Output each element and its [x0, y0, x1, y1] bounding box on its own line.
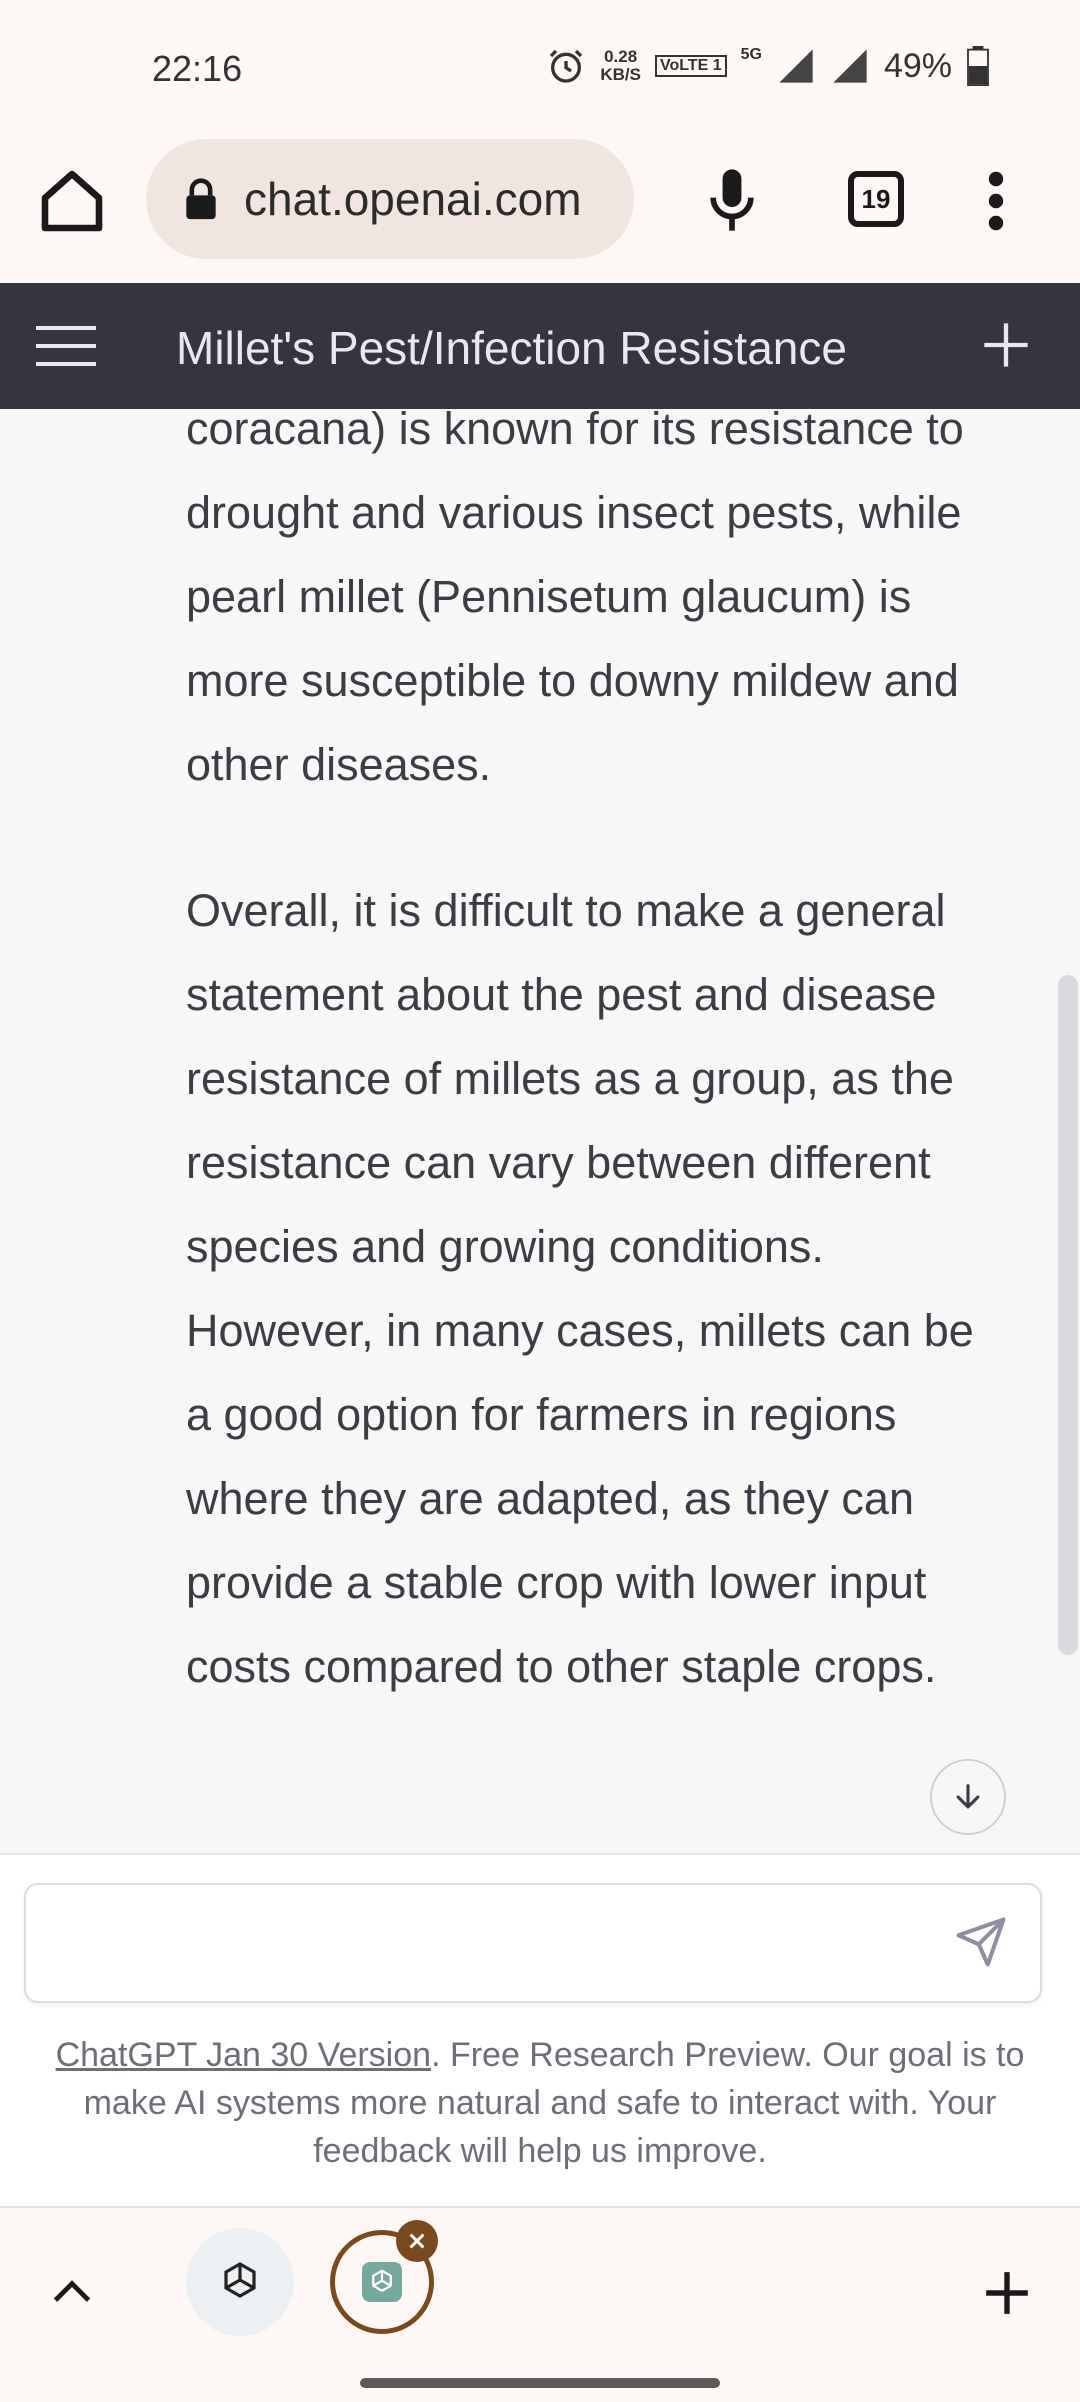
mic-icon[interactable] — [704, 167, 760, 233]
disclaimer: ChatGPT Jan 30 Version. Free Research Pr… — [30, 2031, 1050, 2175]
lock-icon — [186, 178, 216, 220]
plus-icon[interactable] — [980, 319, 1032, 371]
composer-area: ChatGPT Jan 30 Version. Free Research Pr… — [0, 1853, 1080, 2208]
net-speed-unit: KB/S — [600, 65, 641, 84]
battery-icon — [967, 46, 989, 86]
bottom-tab-bar — [0, 2206, 1080, 2402]
gesture-bar — [360, 2378, 720, 2388]
tab-thumbnail[interactable] — [186, 2228, 294, 2336]
signal-icon-2 — [833, 49, 867, 83]
status-icons: 0.28 KB/S VoLTE 1 5G 49% — [546, 46, 990, 86]
tab-switcher-button[interactable]: 19 — [848, 171, 904, 227]
address-bar[interactable]: chat.openai.com — [146, 139, 634, 259]
network-type: 5G — [740, 46, 762, 63]
response-paragraph: coracana) is known for its resistance to… — [186, 409, 964, 790]
net-speed-value: 0.28 — [604, 47, 638, 66]
url-text: chat.openai.com — [244, 173, 582, 225]
scrollbar-thumb[interactable] — [1058, 975, 1078, 1655]
arrow-down-icon — [956, 1784, 980, 1809]
status-time: 22:16 — [152, 48, 243, 89]
home-icon[interactable] — [36, 165, 108, 237]
message-input[interactable] — [24, 1883, 1042, 2003]
openai-logo-icon — [362, 2262, 402, 2302]
chevron-up-icon[interactable] — [50, 2276, 94, 2306]
close-tab-button[interactable] — [396, 2220, 438, 2262]
alarm-icon — [550, 49, 583, 83]
send-icon[interactable] — [954, 1915, 1008, 1969]
close-icon — [409, 2233, 425, 2249]
signal-icon — [779, 49, 813, 83]
net-speed: 0.28 KB/S — [600, 48, 641, 84]
status-bar: 22:16 0.28 KB/S VoLTE 1 5G 49% — [0, 0, 1080, 135]
conversation-area: coracana) is known for its resistance to… — [0, 409, 1056, 1853]
chat-header: Millet's Pest/Infection Resistance — [0, 283, 1080, 409]
response-paragraph: Overall, it is difficult to make a gener… — [186, 885, 974, 1692]
new-tab-icon[interactable] — [982, 2268, 1032, 2318]
version-link[interactable]: ChatGPT Jan 30 Version — [56, 2036, 431, 2074]
more-vert-icon[interactable] — [976, 171, 1016, 231]
battery-percent: 49% — [883, 46, 952, 85]
volte-badge: VoLTE 1 — [654, 55, 727, 77]
hamburger-icon[interactable] — [36, 323, 96, 369]
openai-logo-icon — [224, 2262, 256, 2298]
browser-toolbar: chat.openai.com 19 — [0, 135, 1080, 283]
scroll-down-button[interactable] — [930, 1759, 1006, 1835]
chat-title: Millet's Pest/Infection Resistance — [176, 322, 847, 374]
